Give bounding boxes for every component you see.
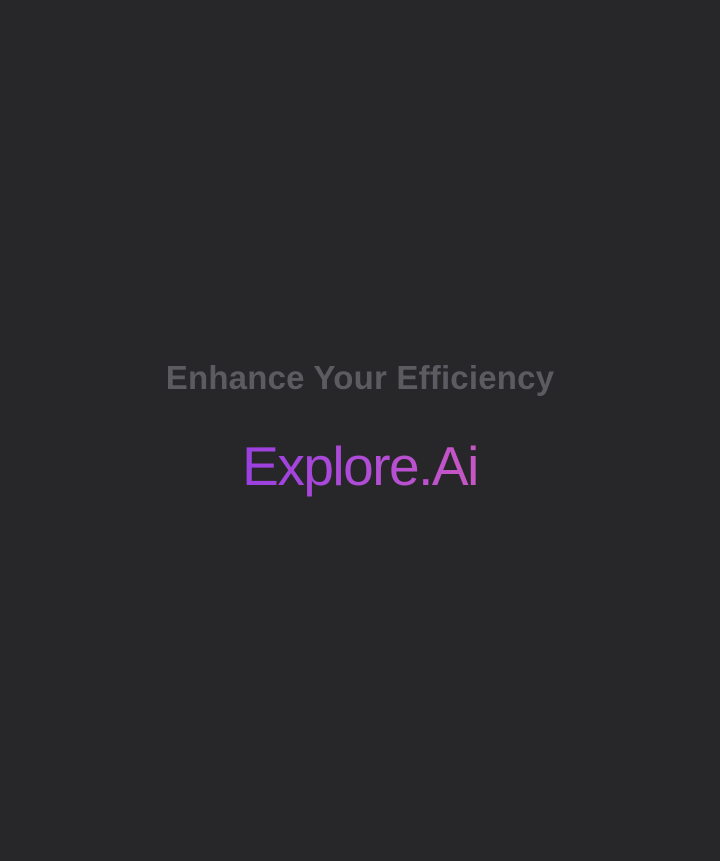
tagline-text: Enhance Your Efficiency [165,359,555,396]
brand-name: Explore.Ai [242,435,479,497]
splash-screen: Enhance Your Efficiency Explore.Ai [0,0,720,861]
brand-logo: Explore.Ai [0,433,720,499]
